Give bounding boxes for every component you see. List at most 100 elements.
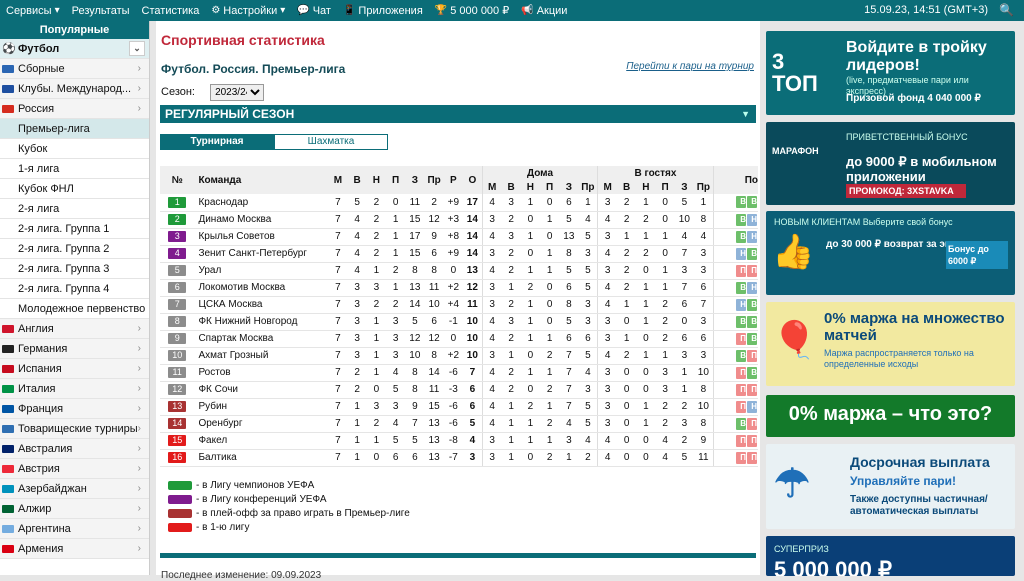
promo-banner[interactable]: 🎈 0% маржа на множество матчей Маржа распр… xyxy=(766,302,1015,386)
chevron-right-icon[interactable]: › xyxy=(138,359,141,378)
table-row[interactable]: 7 ЦСКА Москва 7 3 2 2 14 10 +4 11 3 2 1 0 8 3 4 1 1 2 6 7 Н В xyxy=(160,296,758,314)
table-row[interactable]: 16 Балтика 7 1 0 6 6 13 -7 3 3 1 0 2 1 2 4 0 0 4 5 11 П П xyxy=(160,449,758,467)
sidebar-item[interactable]: Азербайджан › xyxy=(0,479,149,499)
form-badge[interactable]: В xyxy=(736,349,746,362)
sidebar-item[interactable]: Аргентина › xyxy=(0,519,149,539)
sidebar-item[interactable]: ⚽ Футбол ⌄ xyxy=(0,39,149,59)
chevron-right-icon[interactable]: › xyxy=(138,479,141,498)
table-row[interactable]: 13 Рубин 7 1 3 3 9 15 -6 6 4 1 2 1 7 5 3 0 1 2 2 10 П Н xyxy=(160,398,758,416)
sidebar-item[interactable]: Россия › xyxy=(0,99,149,119)
sidebar-item[interactable]: Премьер-лига xyxy=(0,119,149,139)
topbar-item[interactable]: ⚙ Настройки ▾ xyxy=(205,5,291,17)
form-badge[interactable]: П xyxy=(736,400,746,413)
topbar-item[interactable]: 📢 Акции xyxy=(515,5,573,17)
form-badge[interactable]: Н xyxy=(747,400,757,413)
promo-banner[interactable]: 5 000 000 ₽ СУПЕРПРИЗ xyxy=(766,536,1015,576)
chevron-right-icon[interactable]: › xyxy=(138,539,141,558)
form-badge[interactable]: П xyxy=(736,264,746,277)
form-badge[interactable]: Н xyxy=(736,247,746,260)
form-badge[interactable]: В xyxy=(736,315,746,328)
cell-team[interactable]: Спартак Москва xyxy=(194,330,329,348)
table-row[interactable]: 4 Зенит Санкт-Петербург 7 4 2 1 15 6 +9 14 3 2 0 1 8 3 4… xyxy=(160,245,758,263)
table-row[interactable]: 12 ФК Сочи 7 2 0 5 8 11 -3 6 4 2 0 2 7 3 3 0 0 3 1 8 П П xyxy=(160,381,758,399)
sidebar-item[interactable]: Армения › xyxy=(0,539,149,559)
form-badge[interactable]: В xyxy=(747,366,757,379)
form-badge[interactable]: П xyxy=(736,451,746,464)
form-badge[interactable]: В xyxy=(736,196,746,209)
cell-team[interactable]: Урал xyxy=(194,262,329,280)
cell-team[interactable]: Оренбург xyxy=(194,415,329,433)
sidebar-item[interactable]: 2-я лига. Группа 4 xyxy=(0,279,149,299)
form-badge[interactable]: Н xyxy=(747,230,757,243)
sidebar-item[interactable]: Кубок xyxy=(0,139,149,159)
tab-standings[interactable]: Турнирная таблица xyxy=(160,134,274,161)
table-row[interactable]: 5 Урал 7 4 1 2 8 8 0 13 4 2 1 1 5 5 3 2 0 1 3 3 П П xyxy=(160,262,758,280)
form-badge[interactable]: П xyxy=(736,332,746,345)
cell-team[interactable]: Рубин xyxy=(194,398,329,416)
sidebar-item[interactable]: Италия › xyxy=(0,379,149,399)
sidebar-item[interactable]: 1-я лига xyxy=(0,159,149,179)
sidebar-item[interactable]: 2-я лига. Группа 1 xyxy=(0,219,149,239)
sidebar-item[interactable]: Испания › xyxy=(0,359,149,379)
sidebar-item[interactable]: Товарищеские турниры › xyxy=(0,419,149,439)
form-badge[interactable]: В xyxy=(747,315,757,328)
topbar-item[interactable]: Результаты xyxy=(66,5,136,17)
chevron-down-icon[interactable]: ▼ xyxy=(741,105,750,123)
sidebar-item[interactable]: 2-я лига. Группа 3 xyxy=(0,259,149,279)
chevron-right-icon[interactable]: › xyxy=(138,419,141,438)
cell-team[interactable]: Ростов xyxy=(194,364,329,382)
cell-team[interactable]: ФК Нижний Новгород xyxy=(194,313,329,331)
form-badge[interactable]: П xyxy=(736,434,746,447)
table-row[interactable]: 8 ФК Нижний Новгород 7 3 1 3 5 6 -1 10 4 3 1 0 5 3 3 0 1 2 0… xyxy=(160,313,758,331)
promo-banner[interactable]: 0% маржа – что это? xyxy=(766,395,1015,437)
form-badge[interactable]: П xyxy=(747,451,757,464)
form-badge[interactable]: Н xyxy=(736,298,746,311)
sidebar-item[interactable]: 2-я лига xyxy=(0,199,149,219)
promo-banner[interactable]: 👍 до 30 000 ₽ возврат за экспрессы НОВЫМ К… xyxy=(766,211,1015,295)
form-badge[interactable]: Н xyxy=(747,281,757,294)
topbar-item[interactable]: Статистика xyxy=(136,5,206,17)
form-badge[interactable]: П xyxy=(736,383,746,396)
cell-team[interactable]: Ахмат Грозный xyxy=(194,347,329,365)
table-row[interactable]: 9 Спартак Москва 7 3 1 3 12 12 0 10 4 2 1 1 6 6 3 1 0 2 6 6 П В xyxy=(160,330,758,348)
form-badge[interactable]: П xyxy=(747,349,757,362)
form-badge[interactable]: П xyxy=(736,366,746,379)
sidebar-item[interactable]: Кубок ФНЛ xyxy=(0,179,149,199)
promo-banner[interactable]: ☂ Досрочная выплата Управляйте пари! Также … xyxy=(766,444,1015,529)
chevron-right-icon[interactable]: › xyxy=(138,319,141,338)
sidebar-item[interactable]: Клубы. Международ... › xyxy=(0,79,149,99)
form-badge[interactable]: П xyxy=(747,434,757,447)
chevron-down-icon[interactable]: ⌄ xyxy=(129,41,145,56)
sidebar-item[interactable]: Австралия › xyxy=(0,439,149,459)
form-badge[interactable]: В xyxy=(736,417,746,430)
topbar-item[interactable]: 📱 Приложения xyxy=(337,5,429,17)
topbar-item[interactable]: Сервисы ▾ xyxy=(0,5,66,17)
chevron-right-icon[interactable]: › xyxy=(138,399,141,418)
sidebar-item[interactable]: 2-я лига. Группа 2 xyxy=(0,239,149,259)
cell-team[interactable]: Локомотив Москва xyxy=(194,279,329,297)
form-badge[interactable]: В xyxy=(736,281,746,294)
topbar-item[interactable]: 🏆 5 000 000 ₽ xyxy=(429,4,515,17)
form-badge[interactable]: П xyxy=(747,264,757,277)
form-badge[interactable]: П xyxy=(747,417,757,430)
form-badge[interactable]: В xyxy=(747,196,757,209)
table-row[interactable]: 11 Ростов 7 2 1 4 8 14 -6 7 4 2 1 1 7 4 3 0 0 3 1 10 П В xyxy=(160,364,758,382)
sidebar-item[interactable]: Алжир › xyxy=(0,499,149,519)
table-row[interactable]: 10 Ахмат Грозный 7 3 1 3 10 8 +2 10 3 1 0 2 7 5 4 2 1 1 3 3 В П xyxy=(160,347,758,365)
sidebar-item[interactable]: Франция › xyxy=(0,399,149,419)
topbar-item[interactable]: 💬 Чат xyxy=(291,5,337,17)
form-badge[interactable]: В xyxy=(747,298,757,311)
form-badge[interactable]: В xyxy=(736,213,746,226)
search-icon[interactable]: 🔍 xyxy=(999,3,1014,17)
cell-team[interactable]: ЦСКА Москва xyxy=(194,296,329,314)
form-badge[interactable]: В xyxy=(736,230,746,243)
cell-team[interactable]: Крылья Советов xyxy=(194,228,329,246)
table-row[interactable]: 15 Факел 7 1 1 5 5 13 -8 4 3 1 1 1 3 4 4 0 0 4 2 9 П П xyxy=(160,432,758,450)
sidebar-item[interactable]: Австрия › xyxy=(0,459,149,479)
sidebar-item[interactable]: Англия › xyxy=(0,319,149,339)
form-badge[interactable]: П xyxy=(747,383,757,396)
chevron-right-icon[interactable]: › xyxy=(138,499,141,518)
regular-season-band[interactable]: РЕГУЛЯРНЫЙ СЕЗОН ▼ xyxy=(160,105,756,123)
form-badge[interactable]: В xyxy=(747,332,757,345)
season-select[interactable]: 2023/24 xyxy=(210,84,265,101)
